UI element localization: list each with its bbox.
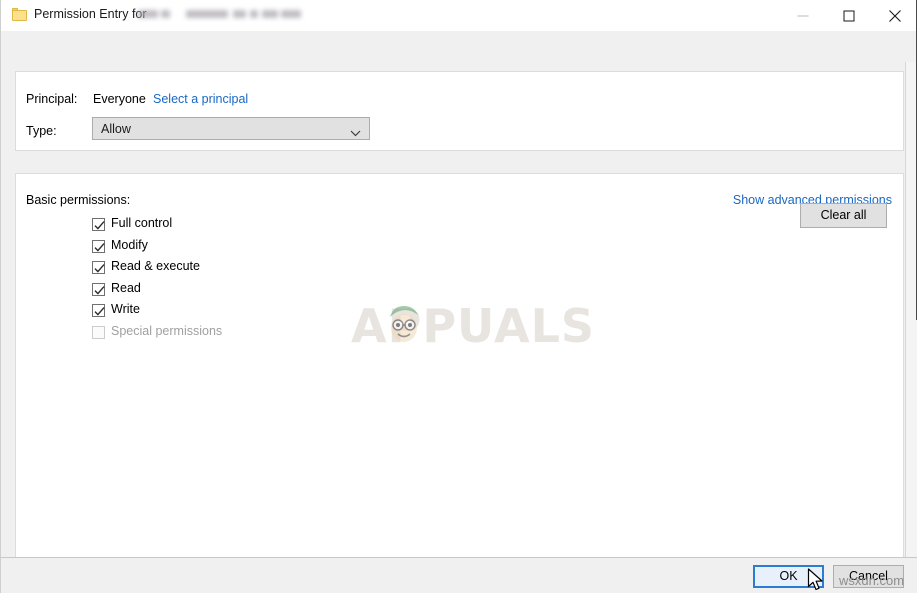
checkbox-full-control[interactable] (92, 218, 105, 231)
type-label: Type: (26, 124, 57, 138)
minimize-button[interactable] (780, 0, 826, 31)
close-button[interactable] (872, 0, 917, 31)
principal-label: Principal: (26, 92, 78, 106)
permission-entry-dialog: Permission Entry for Principal: Everyone… (0, 0, 917, 593)
principal-panel: Principal: Everyone Select a principal T… (15, 71, 904, 151)
dialog-body: Principal: Everyone Select a principal T… (1, 31, 917, 593)
checkbox-read-execute[interactable] (92, 261, 105, 275)
permission-label: Read & execute (111, 259, 200, 274)
permission-label: Special permissions (111, 324, 223, 338)
checkbox-modify[interactable] (92, 239, 105, 253)
maximize-button[interactable] (826, 0, 872, 31)
principal-value: Everyone (93, 92, 146, 106)
permission-label: Write (111, 302, 140, 317)
cancel-button[interactable]: Cancel (833, 565, 904, 588)
redacted-filename (138, 7, 302, 22)
clear-all-button[interactable]: Clear all (800, 203, 887, 228)
checkbox-read[interactable] (92, 282, 105, 296)
basic-permissions-label: Basic permissions: (26, 193, 131, 207)
window-title: Permission Entry for (34, 7, 147, 21)
checkbox-write[interactable] (92, 304, 105, 318)
permission-label: Modify (111, 237, 148, 252)
dialog-footer: OK Cancel (1, 558, 917, 593)
folder-icon (12, 8, 27, 21)
type-dropdown[interactable]: Allow (92, 117, 370, 140)
select-a-principal-link[interactable]: Select a principal (153, 92, 248, 106)
type-dropdown-value: Allow (101, 122, 131, 136)
permission-label: Read (111, 280, 141, 295)
permission-label: Full control (111, 216, 173, 230)
ok-button[interactable]: OK (753, 565, 824, 588)
title-bar: Permission Entry for (1, 0, 917, 32)
basic-permissions-panel: Basic permissions: Show advanced permiss… (15, 173, 904, 573)
chevron-down-icon (350, 126, 361, 140)
checkbox-special-permissions (92, 326, 105, 339)
